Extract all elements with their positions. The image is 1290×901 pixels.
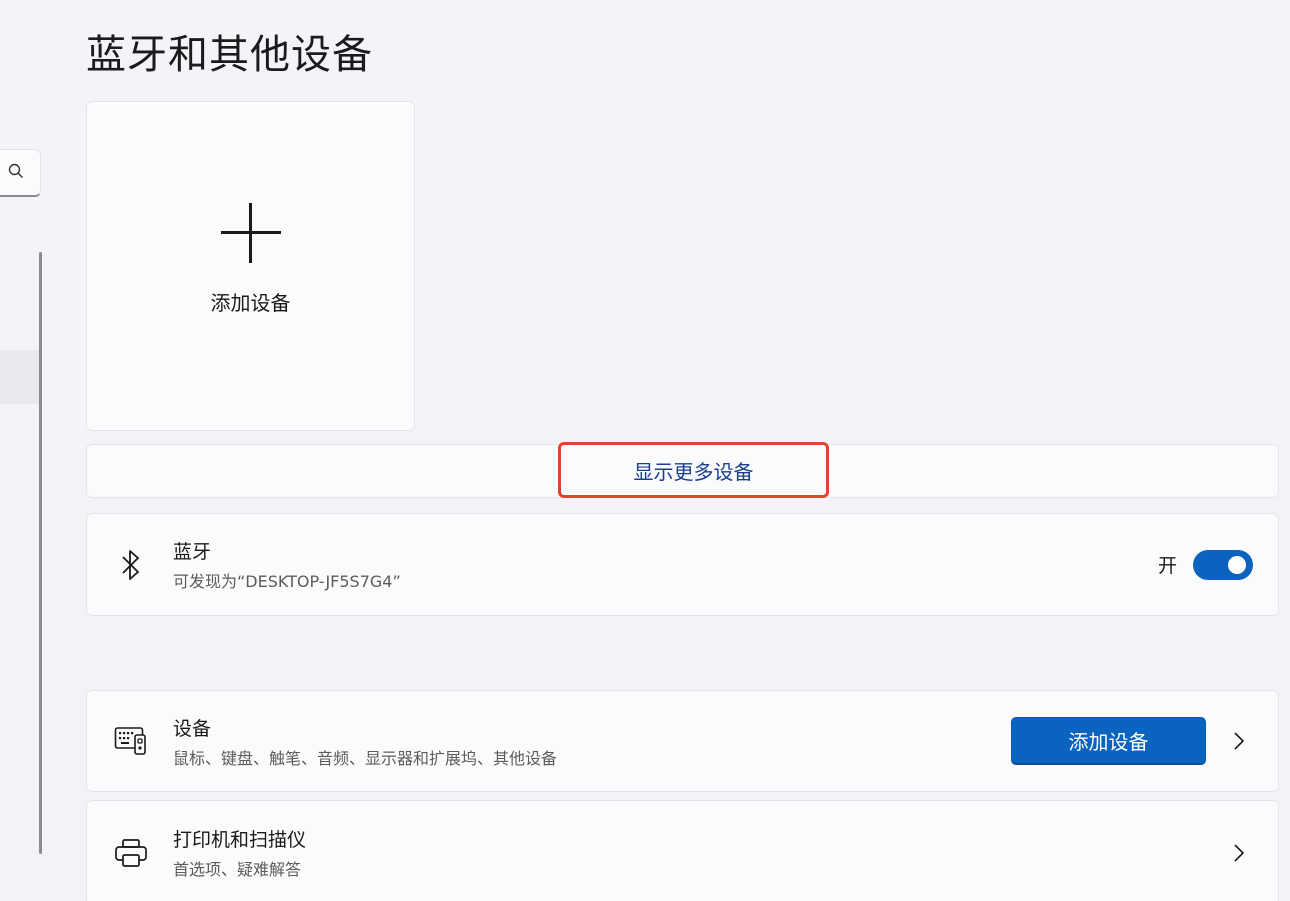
search-icon[interactable] <box>8 163 24 183</box>
printers-scanners-row[interactable]: 打印机和扫描仪 首选项、疑难解答 <box>86 800 1279 901</box>
sidebar-scrollbar[interactable] <box>39 252 42 854</box>
chevron-right-icon[interactable] <box>1228 730 1250 752</box>
devices-title: 设备 <box>173 717 212 740</box>
devices-row[interactable]: 设备 鼠标、键盘、触笔、音频、显示器和扩展坞、其他设备 添加设备 <box>86 690 1279 792</box>
nav-search-box[interactable] <box>0 149 41 197</box>
sidebar-selected-item[interactable] <box>0 350 40 404</box>
show-more-devices-label: 显示更多设备 <box>633 459 754 484</box>
page-title: 蓝牙和其他设备 <box>86 32 373 78</box>
add-device-button[interactable]: 添加设备 <box>1011 717 1206 765</box>
keyboard-device-icon <box>113 723 149 759</box>
show-more-devices-link[interactable]: 显示更多设备 <box>558 442 829 498</box>
plus-icon <box>220 202 281 263</box>
chevron-right-icon[interactable] <box>1228 842 1250 864</box>
printers-title: 打印机和扫描仪 <box>173 829 307 851</box>
bluetooth-toggle-state: 开 <box>1157 555 1177 577</box>
add-device-tile-label: 添加设备 <box>210 290 291 315</box>
bluetooth-subtitle: 可发现为“DESKTOP-JF5S7G4” <box>173 572 401 591</box>
bluetooth-toggle[interactable] <box>1193 549 1253 580</box>
bluetooth-icon <box>113 547 149 583</box>
toggle-knob <box>1228 555 1246 574</box>
printers-subtitle: 首选项、疑难解答 <box>173 860 302 879</box>
bluetooth-row: 蓝牙 可发现为“DESKTOP-JF5S7G4” 开 <box>86 513 1279 616</box>
add-device-tile[interactable]: 添加设备 <box>86 101 415 431</box>
devices-subtitle: 鼠标、键盘、触笔、音频、显示器和扩展坞、其他设备 <box>173 748 558 768</box>
printer-icon <box>113 835 149 871</box>
settings-page: 蓝牙和其他设备 添加设备 显示更多设备 蓝牙 可发现为“DESKTOP-JF5S… <box>0 0 1290 901</box>
bluetooth-title: 蓝牙 <box>173 541 212 563</box>
